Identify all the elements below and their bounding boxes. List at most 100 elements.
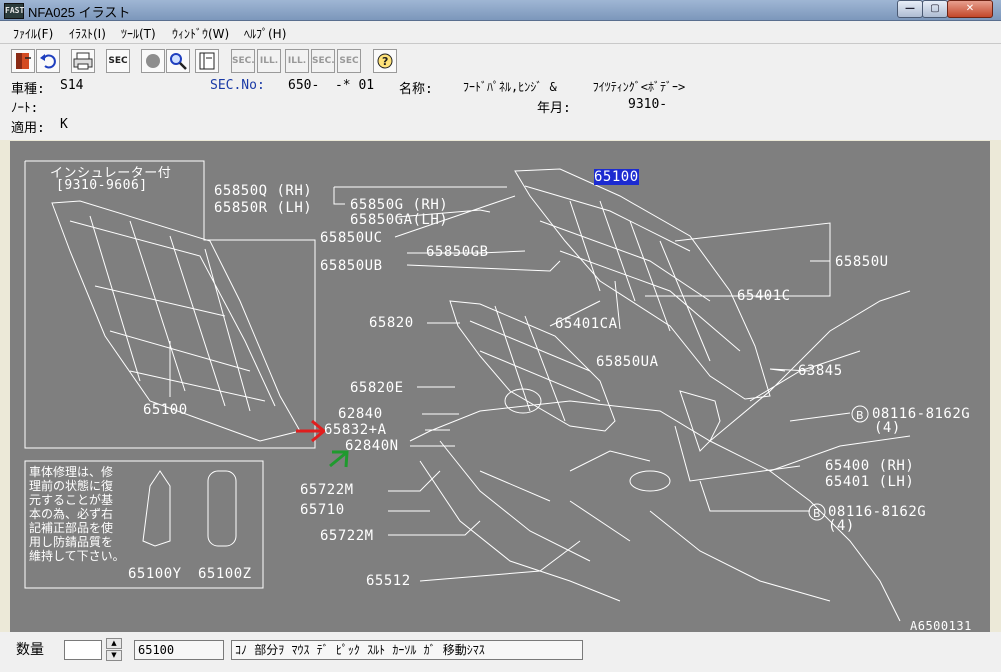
part-62840N[interactable]: 62840N <box>345 438 399 454</box>
book-icon[interactable] <box>195 49 219 73</box>
help-icon-glyph: ? <box>377 53 393 69</box>
menu-help[interactable]: ﾍﾙﾌﾟ(H) <box>244 25 286 42</box>
illustration-ref-code: A6500131 <box>910 619 972 632</box>
ill-next-button[interactable]: ILL. <box>285 49 309 73</box>
part-65850UC[interactable]: 65850UC <box>320 230 383 246</box>
part-65850GA[interactable]: 65850GA(LH) <box>350 212 448 228</box>
green-arrow <box>329 450 349 468</box>
engine-bay <box>409 400 901 622</box>
part-65820[interactable]: 65820 <box>369 315 414 331</box>
status-bar: 数量 ▲ ▼ 65100 ｺﾉ 部分ｦ ﾏｳｽ ﾃﾞ ﾋﾟｯｸ ｽﾙﾄ ｶｰｿﾙ… <box>0 632 1001 672</box>
sec-prev-button[interactable]: SEC. <box>231 49 255 73</box>
sealant-tube <box>142 470 171 547</box>
part-65820E[interactable]: 65820E <box>350 380 404 396</box>
part-62840[interactable]: 62840 <box>338 406 383 422</box>
apply-label: 適用: <box>11 121 45 136</box>
menu-bar: ﾌｧｲﾙ(F) ｲﾗｽﾄ(I) ﾂｰﾙ(T) ｳｨﾝﾄﾞｳ(W) ﾍﾙﾌﾟ(H) <box>0 21 1001 44</box>
svg-text:B: B <box>813 507 821 520</box>
part-65401[interactable]: 65401 (LH) <box>825 474 914 490</box>
part-65850R[interactable]: 65850R (LH) <box>214 200 312 216</box>
svg-text:B: B <box>856 409 864 422</box>
quantity-input[interactable] <box>64 640 102 660</box>
sec-no-value: 650- -* 01 <box>288 78 375 93</box>
date-label: 年月: <box>537 101 571 116</box>
part-65850U[interactable]: 65850U <box>835 254 889 270</box>
part-63845[interactable]: 63845 <box>798 363 843 379</box>
vehicle-value: S14 <box>60 78 84 93</box>
repair-note: 車体修理は、修 理前の状態に復 元することが基 本の為、必ず右 記補正部品を使 … <box>29 465 125 563</box>
svg-text:?: ? <box>382 55 388 68</box>
note-line-3: 元することが基 <box>29 493 114 507</box>
part-65710[interactable]: 65710 <box>300 502 345 518</box>
part-65850GB[interactable]: 65850GB <box>426 244 489 260</box>
menu-window[interactable]: ｳｨﾝﾄﾞｳ(W) <box>172 25 229 42</box>
inset-range: [9310-9606] <box>56 178 148 193</box>
part-65100-selected[interactable]: 65100 <box>594 169 639 185</box>
name-value: ﾌｰﾄﾞﾊﾟﾈﾙ,ﾋﾝｼﾞ & ﾌｲﾂﾃｨﾝｸﾞ<ﾎﾞﾃﾞｰ> <box>463 80 686 94</box>
part-65850UA[interactable]: 65850UA <box>596 354 659 370</box>
app-window: FAST NFA025 イラスト — ▢ ✕ ﾌｧｲﾙ(F) ｲﾗｽﾄ(I) ﾂ… <box>0 0 1001 672</box>
app-icon: FAST <box>4 3 24 19</box>
note-line-6: 用し防錆品質を <box>29 535 114 549</box>
part-65850G[interactable]: 65850G (RH) <box>350 197 448 213</box>
sec-next-button[interactable]: SEC. <box>311 49 335 73</box>
part-65401CA[interactable]: 65401CA <box>555 316 618 332</box>
note-line-1: 車体修理は、修 <box>29 465 114 479</box>
part-65100Z[interactable]: 65100Z <box>198 566 252 582</box>
zoom-icon-glyph <box>170 53 187 70</box>
sec-no-label: SEC.No: <box>210 78 265 93</box>
part-08116-b-qty: (4) <box>828 518 855 534</box>
part-65850UB[interactable]: 65850UB <box>320 258 383 274</box>
exit-icon-glyph <box>16 53 31 69</box>
menu-file[interactable]: ﾌｧｲﾙ(F) <box>13 25 53 42</box>
date-value: 9310- <box>628 97 668 112</box>
red-arrow <box>296 419 327 443</box>
close-button[interactable]: ✕ <box>947 0 993 18</box>
note-label: ﾉｰﾄ: <box>11 101 39 116</box>
part-65850Q[interactable]: 65850Q (RH) <box>214 183 312 199</box>
maximize-button[interactable]: ▢ <box>922 0 948 18</box>
part-65401C[interactable]: 65401C <box>737 288 791 304</box>
apply-value: K <box>60 117 68 132</box>
status-message: ｺﾉ 部分ｦ ﾏｳｽ ﾃﾞ ﾋﾟｯｸ ｽﾙﾄ ｶｰｿﾙ ｶﾞ 移動ｼﾏｽ <box>231 640 583 660</box>
exit-icon[interactable] <box>11 49 35 73</box>
sec-button[interactable]: SEC <box>106 49 130 73</box>
illustration-canvas[interactable]: B B インシュレーター付 [9310-9606] 65100 車体修理は、修 … <box>10 141 990 632</box>
name-label: 名称: <box>399 82 433 97</box>
menu-tool[interactable]: ﾂｰﾙ(T) <box>121 25 156 42</box>
part-65722M-1[interactable]: 65722M <box>300 482 354 498</box>
part-65100-inset[interactable]: 65100 <box>143 402 188 418</box>
spray-can <box>207 470 237 547</box>
quantity-up-icon[interactable]: ▲ <box>106 638 122 649</box>
quantity-label: 数量 <box>16 642 44 658</box>
record-icon-glyph <box>146 54 160 68</box>
note-line-5: 記補正部品を使 <box>29 521 114 535</box>
print-icon[interactable] <box>71 49 95 73</box>
menu-illust[interactable]: ｲﾗｽﾄ(I) <box>69 25 106 42</box>
zoom-icon[interactable] <box>166 49 190 73</box>
note-line-4: 本の為、必ず右 <box>29 507 114 521</box>
sec-query-button[interactable]: SEC <box>337 49 361 73</box>
part-65722M-2[interactable]: 65722M <box>320 528 374 544</box>
quantity-down-icon[interactable]: ▼ <box>106 650 122 661</box>
part-65400[interactable]: 65400 (RH) <box>825 458 914 474</box>
note-line-7: 維持して下さい。 <box>29 549 125 563</box>
undo-icon-glyph <box>40 54 56 69</box>
ill-prev-button[interactable]: ILL. <box>257 49 281 73</box>
record-icon[interactable] <box>141 49 165 73</box>
info-panel: 車種: S14 SEC.No: 650- -* 01 名称: ﾌｰﾄﾞﾊﾟﾈﾙ,… <box>0 76 1001 140</box>
part-08116-a-qty: (4) <box>874 420 901 436</box>
leader-lines <box>333 186 851 582</box>
undo-icon[interactable] <box>36 49 60 73</box>
part-65100Y[interactable]: 65100Y <box>128 566 182 582</box>
window-title: NFA025 イラスト <box>28 5 131 20</box>
vehicle-label: 車種: <box>11 82 45 97</box>
part-65832A[interactable]: 65832+A <box>324 422 387 438</box>
title-bar[interactable]: FAST NFA025 イラスト — ▢ ✕ <box>0 0 1001 21</box>
parts-illustration: B B <box>24 160 911 622</box>
help-icon[interactable]: ? <box>373 49 397 73</box>
minimize-button[interactable]: — <box>897 0 923 18</box>
part-65512[interactable]: 65512 <box>366 573 411 589</box>
print-icon-glyph <box>73 52 93 70</box>
book-icon-glyph <box>199 52 215 70</box>
